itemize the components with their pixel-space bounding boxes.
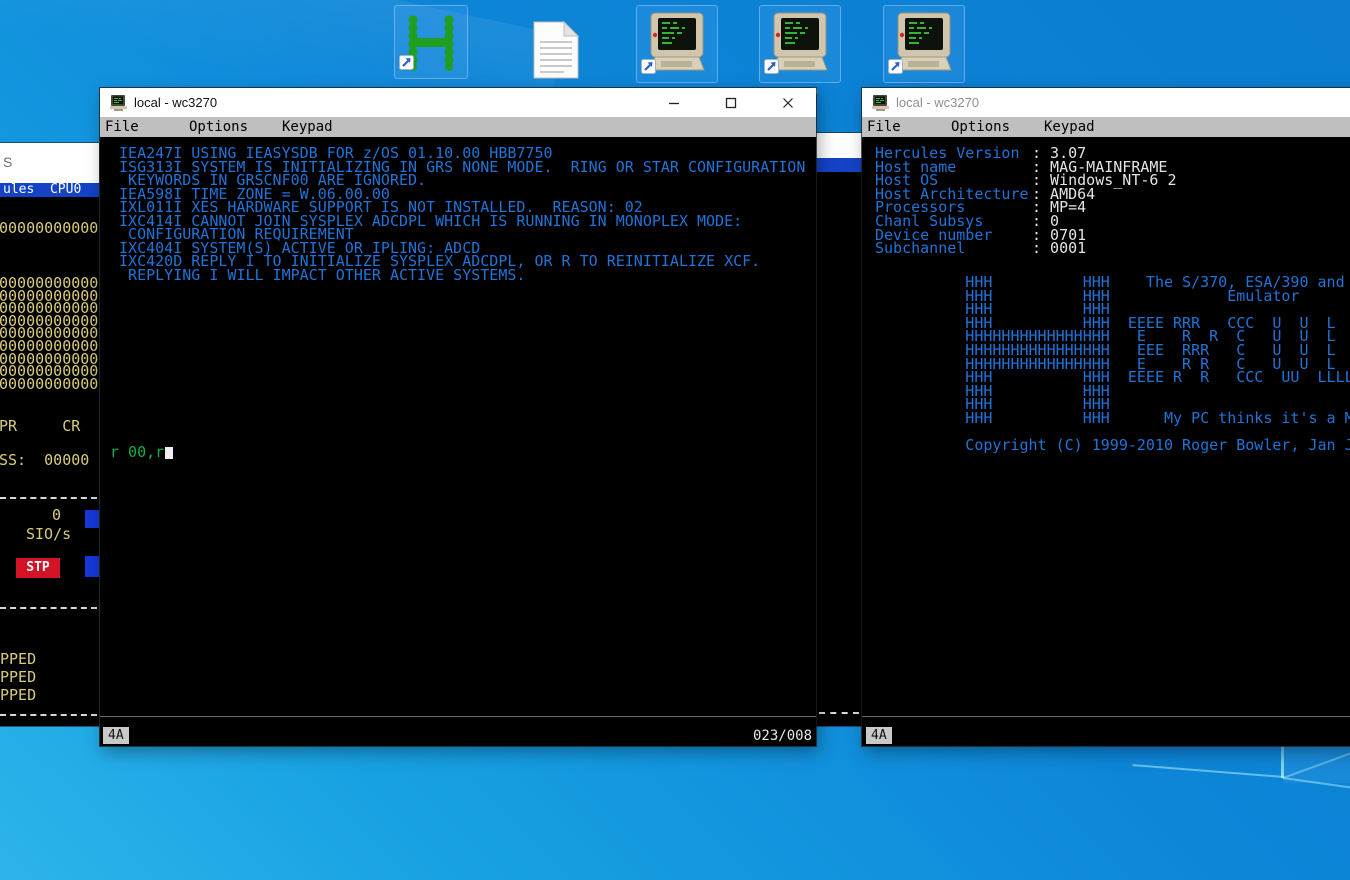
- minimize-button[interactable]: [645, 88, 702, 117]
- wc3270-app-icon: [872, 95, 889, 111]
- window-title: local - wc3270: [896, 95, 979, 110]
- separator-dashed: [819, 712, 859, 714]
- wc3270-window-center: local - wc3270 File Options Keypad IEA24…: [100, 88, 816, 746]
- wc3270-app-icon: [110, 95, 127, 111]
- pr-cr-row: PR CR: [0, 420, 80, 434]
- hercules-console-window-background: [816, 133, 862, 726]
- shortcut-arrow-icon: [888, 59, 903, 79]
- sio-label: SIO/s: [26, 528, 71, 542]
- separator-dashed: [0, 497, 97, 499]
- terminal-shortcut-icon-1[interactable]: [636, 5, 718, 83]
- hercules-ascii-logo: HHH HHH The S/370, ESA/390 and z HHH HHH…: [875, 276, 1350, 453]
- hercules-shortcut-icon[interactable]: [394, 5, 468, 79]
- console-messages: IEA247I USING IEASYSDB FOR z/OS 01.10.00…: [110, 147, 805, 282]
- device-status-fragment: PPED: [0, 671, 36, 685]
- device-status-fragment: PPED: [0, 653, 36, 667]
- menu-file[interactable]: File: [102, 117, 142, 137]
- panel-header-bar: [816, 158, 862, 172]
- terminal-screen[interactable]: IEA247I USING IEASYSDB FOR z/OS 01.10.00…: [100, 137, 816, 746]
- minimize-icon: [667, 96, 681, 110]
- shortcut-arrow-icon: [641, 59, 656, 79]
- stp-status-badge: STP: [16, 558, 60, 578]
- hercules-panel[interactable]: [816, 172, 862, 726]
- window-titlebar[interactable]: S: [0, 143, 99, 183]
- menu-options[interactable]: Options: [948, 117, 1013, 137]
- text-file-icon: [531, 20, 581, 80]
- oia-model-indicator: 4A: [103, 727, 129, 744]
- wallpaper-glow: [1284, 745, 1350, 783]
- text-cursor: [165, 447, 173, 459]
- panel-blue-button[interactable]: [85, 510, 99, 528]
- window-title: local - wc3270: [134, 95, 217, 110]
- oia-model-indicator: 4A: [866, 727, 892, 744]
- window-title-fragment: S: [3, 154, 12, 170]
- window-titlebar[interactable]: local - wc3270: [100, 88, 816, 117]
- menu-keypad[interactable]: Keypad: [1041, 117, 1098, 137]
- hercules-info-labels: Hercules Version Host name Host OS Host …: [875, 147, 1029, 256]
- maximize-icon: [724, 96, 738, 110]
- oia-cursor-position: 023/008: [753, 728, 812, 744]
- console-input-text: r 00,r: [110, 443, 164, 461]
- terminal-shortcut-icon-2[interactable]: [759, 5, 841, 83]
- desktop: 0 S ules CPU0 00000000000 00000000000 00…: [0, 0, 1350, 880]
- menu-options[interactable]: Options: [186, 117, 251, 137]
- hercules-console-window-left: S ules CPU0 00000000000 00000000000 0000…: [0, 143, 99, 726]
- menu-file[interactable]: File: [864, 117, 904, 137]
- wallpaper-beam-left: [1132, 764, 1284, 778]
- counter-value: 0: [52, 509, 61, 523]
- register-row: 00000000000: [0, 222, 98, 236]
- panel-header-bar: ules CPU0: [0, 183, 99, 197]
- oia-separator: [100, 716, 816, 717]
- panel-blue-button[interactable]: [85, 556, 99, 577]
- menu-bar: File Options Keypad: [862, 117, 1350, 137]
- maximize-button[interactable]: [702, 88, 759, 117]
- hercules-panel[interactable]: ules CPU0 00000000000 00000000000 000000…: [0, 183, 99, 726]
- hercules-info-values: : 3.07 : MAG-MAINFRAME : Windows_NT-6 2 …: [1032, 147, 1177, 256]
- shortcut-arrow-icon: [764, 59, 779, 79]
- menu-keypad[interactable]: Keypad: [279, 117, 336, 137]
- address-row: SS: 00000: [0, 454, 89, 468]
- shortcut-arrow-icon: [399, 55, 414, 75]
- register-block: 00000000000 00000000000 00000000000 0000…: [0, 277, 98, 390]
- menu-bar: File Options Keypad: [100, 117, 816, 137]
- terminal-screen[interactable]: Hercules Version Host name Host OS Host …: [862, 137, 1350, 746]
- separator-dashed: [0, 714, 97, 716]
- device-status-fragment: PPED: [0, 689, 36, 703]
- wc3270-window-right: local - wc3270 File Options Keypad Hercu…: [862, 88, 1350, 746]
- document-icon[interactable]: [520, 20, 592, 80]
- terminal-shortcut-icon-3[interactable]: [883, 5, 965, 83]
- oia-separator: [862, 716, 1350, 717]
- separator-dashed: [0, 607, 97, 609]
- close-icon: [781, 96, 795, 110]
- close-button[interactable]: [759, 88, 816, 117]
- console-input-line[interactable]: r 00,r: [110, 446, 173, 460]
- window-titlebar[interactable]: [816, 133, 862, 158]
- window-titlebar[interactable]: local - wc3270: [862, 88, 1350, 117]
